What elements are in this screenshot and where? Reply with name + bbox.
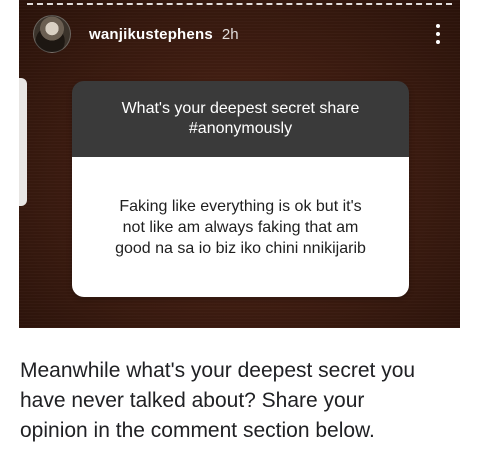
dot-icon — [436, 32, 440, 36]
answer-line-2: not like am always faking that am — [122, 218, 359, 236]
answer-line-1: Faking like everything is ok but it's — [119, 197, 362, 215]
caption-line-1: Meanwhile what's your deepest secret you — [20, 359, 416, 382]
dot-icon — [436, 24, 440, 28]
timestamp: 2h — [221, 25, 239, 43]
previous-story-tab[interactable] — [19, 78, 27, 206]
question-box: What's your deepest secret share #anonym… — [72, 81, 409, 157]
dot-icon — [436, 40, 440, 44]
username[interactable]: wanjikustephens — [89, 26, 213, 43]
answer-line-3: good na sa io biz iko chini nnikijarib — [115, 239, 366, 257]
answer-box: Faking like everything is ok but it's no… — [72, 157, 409, 297]
story-card[interactable]: wanjikustephens 2h What's your deepest s… — [19, 0, 460, 328]
caption-line-3: opinion in the comment section below. — [20, 419, 375, 442]
page: wanjikustephens 2h What's your deepest s… — [0, 0, 480, 472]
more-options-icon[interactable] — [430, 20, 446, 48]
story-header: wanjikustephens 2h — [33, 14, 446, 54]
story-progress-bar — [27, 3, 452, 5]
caption-line-2: have never talked about? Share your — [20, 389, 365, 412]
avatar[interactable] — [33, 15, 71, 53]
question-line-2: #anonymously — [188, 120, 293, 137]
caption-text: Meanwhile what's your deepest secret you… — [20, 356, 460, 446]
question-line-1: What's your deepest secret share — [121, 100, 360, 117]
question-sticker: What's your deepest secret share #anonym… — [72, 81, 409, 297]
